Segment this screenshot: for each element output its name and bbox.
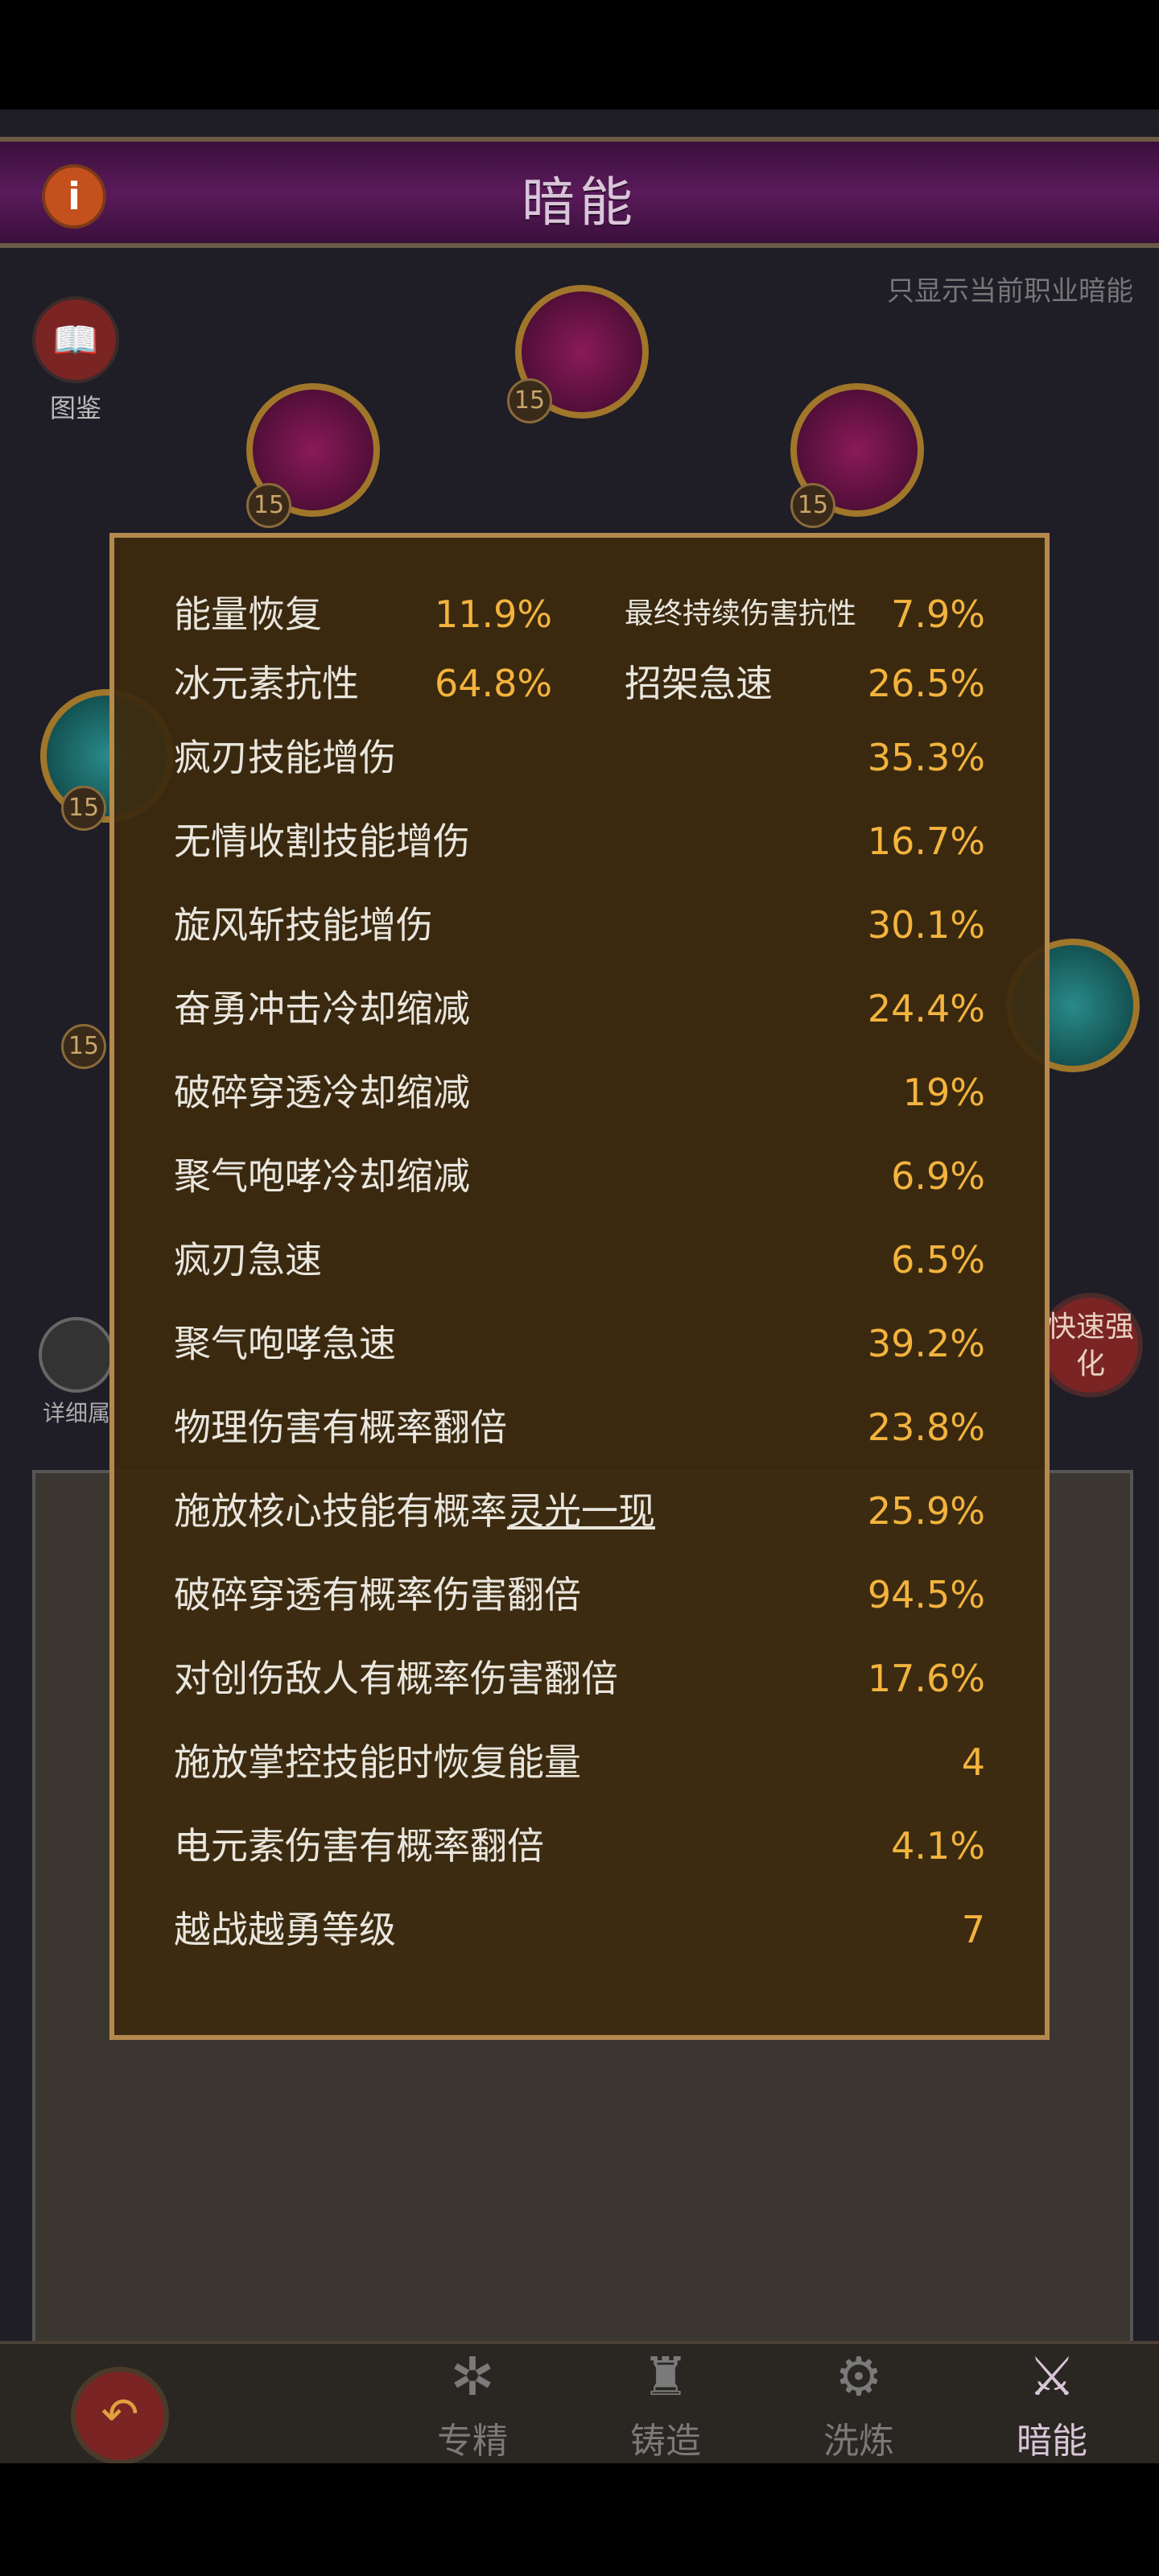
stat-value: 4 xyxy=(961,1740,985,1784)
stat-row: 破碎穿透有概率伤害翻倍 94.5% xyxy=(174,1567,985,1623)
stat-value: 35.3% xyxy=(867,736,985,779)
stat-value: 6.9% xyxy=(891,1154,985,1198)
stat-row: 能量恢复 11.9% 最终持续伤害抗性 7.9% xyxy=(174,586,985,642)
stat-label: 疯刃急速 xyxy=(174,1238,322,1282)
stat-value: 17.6% xyxy=(867,1657,985,1700)
stat-value: 94.5% xyxy=(867,1573,985,1616)
skill-link[interactable]: 灵光一现 xyxy=(507,1489,655,1533)
nav-item-refine[interactable]: ⚙ 洗炼 xyxy=(798,2343,919,2463)
stat-row: 对创伤敌人有概率伤害翻倍 17.6% xyxy=(174,1650,985,1707)
stat-label: 旋风斩技能增伤 xyxy=(174,903,433,947)
nav-item-dark-energy[interactable]: ⚔ 暗能 xyxy=(992,2343,1112,2463)
stat-value: 7 xyxy=(961,1908,985,1951)
stat-row: 聚气咆哮冷却缩减 6.9% xyxy=(174,1148,985,1204)
stat-label: 招架急速 xyxy=(625,662,773,705)
node-level-badge: 15 xyxy=(61,1024,106,1069)
stat-label: 冰元素抗性 xyxy=(174,662,359,705)
stat-label: 无情收割技能增伤 xyxy=(174,819,470,863)
stat-value: 16.7% xyxy=(867,819,985,863)
back-arrow-icon: ↶ xyxy=(101,2388,139,2441)
stat-label: 对创伤敌人有概率伤害翻倍 xyxy=(174,1657,618,1700)
stat-label: 物理伤害有概率翻倍 xyxy=(174,1406,507,1449)
stat-row: 疯刃急速 6.5% xyxy=(174,1232,985,1288)
detail-label: 详细属 xyxy=(42,1400,110,1426)
bottom-nav xyxy=(0,2341,1159,2467)
node-level-badge: 15 xyxy=(507,378,552,423)
stat-label-text: 施放核心技能有概率 xyxy=(174,1489,507,1533)
guide-label: 图鉴 xyxy=(49,393,101,423)
stat-value: 25.9% xyxy=(867,1489,985,1533)
stat-row: 破碎穿透冷却缩减 19% xyxy=(174,1064,985,1121)
anvil-icon: ♜ xyxy=(641,2346,690,2408)
stat-value: 6.5% xyxy=(891,1238,985,1282)
stat-label: 疯刃技能增伤 xyxy=(174,736,396,779)
stat-row: 旋风斩技能增伤 30.1% xyxy=(174,897,985,953)
stat-row: 无情收割技能增伤 16.7% xyxy=(174,813,985,869)
system-nav-bar xyxy=(0,2463,1159,2576)
stat-row: 聚气咆哮急速 39.2% xyxy=(174,1315,985,1372)
quick-enhance-button[interactable]: 快速强化 xyxy=(1038,1293,1143,1397)
stat-label: 施放核心技能有概率灵光一现 xyxy=(174,1483,655,1539)
stat-row: 奋勇冲击冷却缩减 24.4% xyxy=(174,980,985,1037)
stat-value: 39.2% xyxy=(867,1322,985,1365)
cube-icon: ⚙ xyxy=(835,2346,883,2408)
stat-label: 能量恢复 xyxy=(174,592,322,636)
nav-item-specialize[interactable]: ✲ 专精 xyxy=(412,2343,533,2463)
nav-item-forge[interactable]: ♜ 铸造 xyxy=(605,2343,726,2463)
nav-label: 铸造 xyxy=(630,2421,701,2462)
stat-row: 越战越勇等级 7 xyxy=(174,1901,985,1958)
stat-row: 施放掌控技能时恢复能量 4 xyxy=(174,1734,985,1790)
stat-value: 23.8% xyxy=(867,1406,985,1449)
stat-value: 64.8% xyxy=(435,662,553,705)
stats-popup[interactable]: 能量恢复 11.9% 最终持续伤害抗性 7.9% 冰元素抗性 64.8% 招架急… xyxy=(109,533,1050,2040)
stat-row: 施放核心技能有概率灵光一现 25.9% xyxy=(174,1483,985,1539)
back-button[interactable]: ↶ xyxy=(71,2367,169,2465)
stat-value: 19% xyxy=(902,1071,985,1114)
stat-value: 11.9% xyxy=(435,592,553,636)
guide-button[interactable]: 📖 图鉴 xyxy=(27,296,124,425)
stat-value: 26.5% xyxy=(867,662,985,705)
node-level-badge: 15 xyxy=(790,483,835,528)
job-filter-toggle[interactable]: 只显示当前职业暗能 xyxy=(887,269,1133,308)
node-level-badge: 15 xyxy=(61,786,106,831)
stat-row: 疯刃技能增伤 35.3% xyxy=(174,729,985,786)
page-title: 暗能 xyxy=(522,171,637,233)
stat-label: 施放掌控技能时恢复能量 xyxy=(174,1740,581,1784)
stat-label: 奋勇冲击冷却缩减 xyxy=(174,987,470,1030)
stat-label: 电元素伤害有概率翻倍 xyxy=(174,1824,544,1868)
stat-value: 30.1% xyxy=(867,903,985,947)
stat-label: 破碎穿透冷却缩减 xyxy=(174,1071,470,1114)
node-level-badge: 15 xyxy=(246,483,291,528)
sword-icon: ⚔ xyxy=(1028,2346,1076,2408)
stat-label: 破碎穿透有概率伤害翻倍 xyxy=(174,1573,581,1616)
title-bar: i 暗能 xyxy=(0,137,1159,248)
stat-value: 24.4% xyxy=(867,987,985,1030)
stat-row: 物理伤害有概率翻倍 23.8% xyxy=(174,1399,985,1455)
stat-row: 电元素伤害有概率翻倍 4.1% xyxy=(174,1818,985,1874)
tree-icon: ✲ xyxy=(450,2346,495,2408)
nav-label: 暗能 xyxy=(1017,2421,1087,2462)
stat-label: 越战越勇等级 xyxy=(174,1908,396,1951)
stat-value: 4.1% xyxy=(891,1824,985,1868)
nav-label: 洗炼 xyxy=(823,2421,894,2462)
status-bar xyxy=(0,0,1159,109)
stat-label: 聚气咆哮急速 xyxy=(174,1322,396,1365)
book-icon: 📖 xyxy=(32,296,119,383)
bar-chart-icon xyxy=(39,1317,114,1393)
stat-value: 7.9% xyxy=(891,592,985,636)
stat-row: 冰元素抗性 64.8% 招架急速 26.5% xyxy=(174,655,985,712)
stat-label: 聚气咆哮冷却缩减 xyxy=(174,1154,470,1198)
stat-label: 最终持续伤害抗性 xyxy=(625,597,857,630)
nav-label: 专精 xyxy=(437,2421,508,2462)
